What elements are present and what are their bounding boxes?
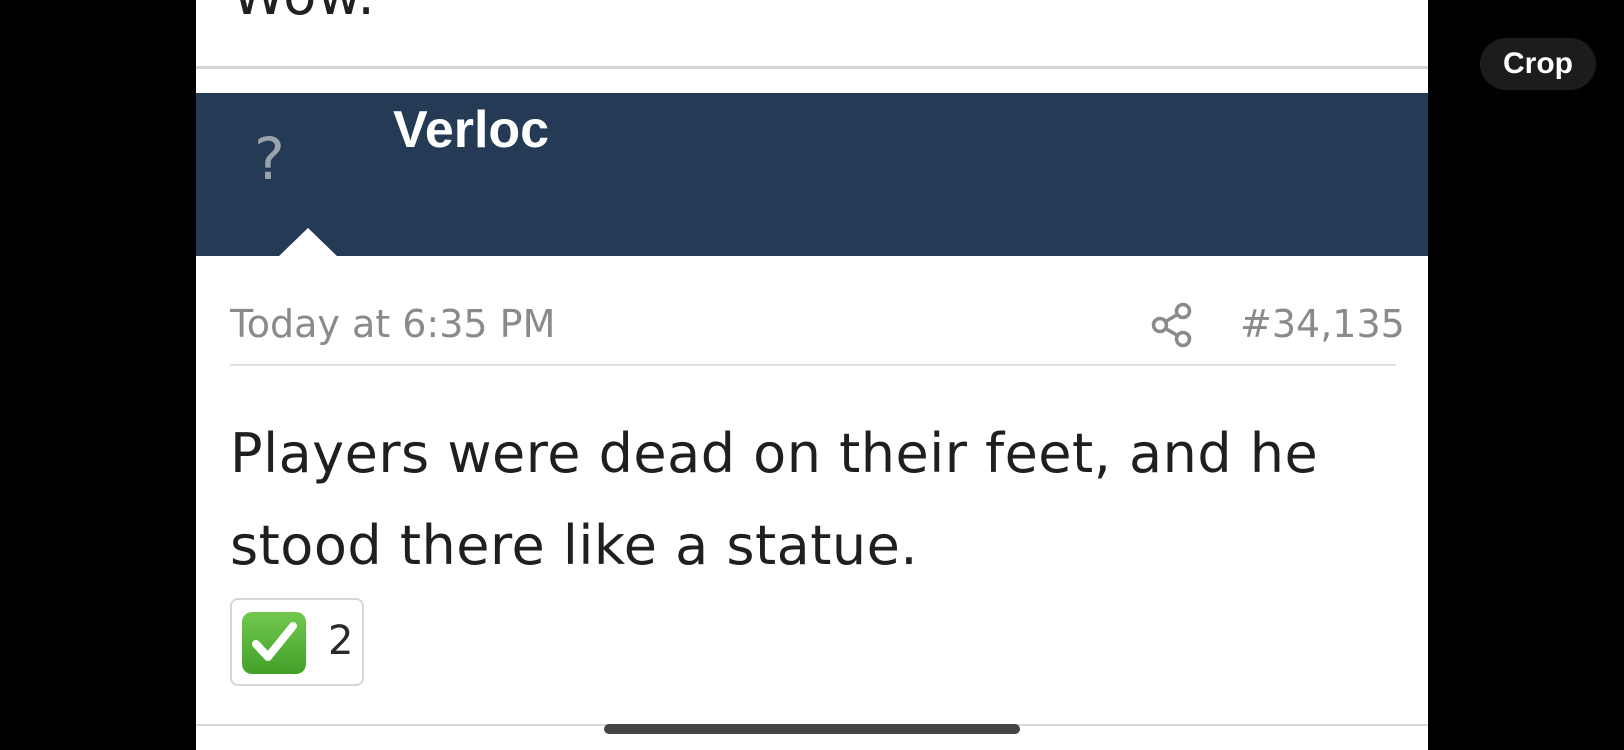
avatar[interactable]: ?: [254, 130, 285, 188]
meta-divider: [230, 364, 1396, 366]
author-pointer: [278, 228, 338, 257]
author-name[interactable]: Verloc: [393, 100, 549, 160]
screen: Wow. ? Verloc Today at 6:35 PM #34,135 P…: [0, 0, 1624, 750]
author-header: [196, 93, 1428, 256]
post-number[interactable]: #34,135: [1240, 302, 1405, 346]
share-icon[interactable]: [1150, 302, 1194, 348]
crop-button[interactable]: Crop: [1480, 38, 1596, 90]
white-check-mark-icon: [242, 612, 306, 674]
reaction-button[interactable]: 2: [230, 598, 364, 686]
previous-post-text: Wow.: [232, 0, 376, 27]
post-body: Players were dead on their feet, and he …: [230, 422, 1319, 577]
home-indicator[interactable]: [604, 724, 1020, 734]
reaction-count: 2: [328, 618, 354, 664]
post-divider: [196, 66, 1428, 69]
forum-page: Wow. ? Verloc Today at 6:35 PM #34,135 P…: [196, 0, 1428, 750]
post-date[interactable]: Today at 6:35 PM: [230, 302, 555, 346]
